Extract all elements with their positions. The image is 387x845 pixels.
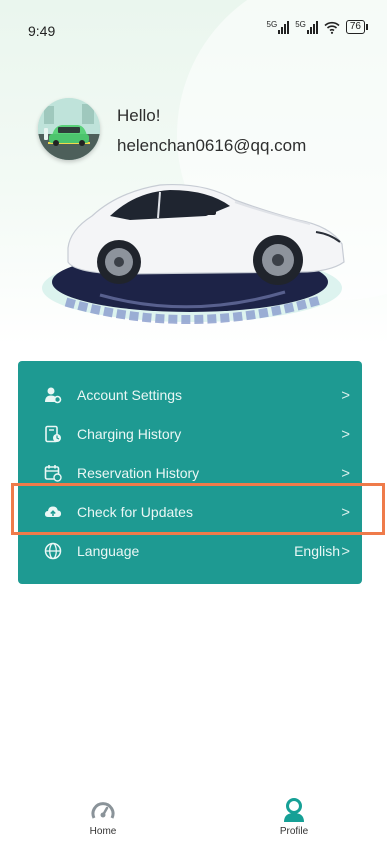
reservation-history-icon bbox=[43, 463, 63, 483]
bottom-tab-bar: Home Profile bbox=[0, 790, 387, 845]
avatar-car-image bbox=[38, 98, 100, 160]
greeting-text: Hello! bbox=[117, 106, 161, 125]
charging-history-icon bbox=[43, 424, 63, 444]
account-settings-icon bbox=[43, 385, 63, 405]
menu-item-account-settings[interactable]: Account Settings > bbox=[18, 376, 362, 414]
menu-item-check-for-updates[interactable]: Check for Updates > bbox=[18, 493, 362, 531]
tab-home[interactable]: Home bbox=[63, 790, 143, 845]
car-image bbox=[42, 183, 345, 324]
tab-label: Home bbox=[89, 826, 117, 837]
menu-item-language[interactable]: Language English > bbox=[18, 532, 362, 570]
cloud-upload-icon bbox=[43, 502, 63, 522]
chevron-right-icon: > bbox=[341, 386, 350, 404]
tab-profile[interactable]: Profile bbox=[254, 790, 334, 845]
profile-person-icon bbox=[284, 798, 304, 822]
cellular-signal-icon-2: 5G bbox=[295, 20, 318, 34]
status-icons: 5G 5G 76 bbox=[267, 20, 369, 34]
status-bar: 9:49 5G 5G 76 bbox=[0, 0, 387, 60]
network-type-label: 5G bbox=[295, 20, 306, 29]
chevron-right-icon: > bbox=[341, 542, 350, 560]
home-dashboard-icon bbox=[91, 802, 115, 819]
tab-label: Profile bbox=[279, 826, 309, 837]
chevron-right-icon: > bbox=[341, 425, 350, 443]
car-illustration bbox=[30, 170, 365, 340]
language-value: English bbox=[294, 543, 340, 559]
user-email: helenchan0616@qq.com bbox=[117, 136, 307, 155]
battery-indicator: 76 bbox=[345, 20, 369, 34]
network-type-label: 5G bbox=[266, 20, 278, 29]
chevron-right-icon: > bbox=[341, 503, 350, 521]
menu-item-reservation-history[interactable]: Reservation History > bbox=[18, 454, 362, 492]
wifi-icon bbox=[324, 21, 340, 34]
menu-item-label: Account Settings bbox=[77, 387, 183, 403]
menu-item-charging-history[interactable]: Charging History > bbox=[18, 415, 362, 453]
status-time: 9:49 bbox=[28, 23, 56, 39]
chevron-right-icon: > bbox=[341, 464, 350, 482]
cellular-signal-icon-1: 5G bbox=[267, 20, 290, 34]
menu-item-label: Reservation History bbox=[77, 465, 200, 481]
menu-item-label: Language bbox=[77, 543, 140, 559]
globe-icon bbox=[43, 541, 63, 561]
menu-item-label: Charging History bbox=[77, 426, 182, 442]
settings-menu: Account Settings > Charging History > Re… bbox=[18, 361, 362, 584]
menu-item-label: Check for Updates bbox=[77, 504, 193, 520]
avatar[interactable] bbox=[38, 98, 100, 160]
